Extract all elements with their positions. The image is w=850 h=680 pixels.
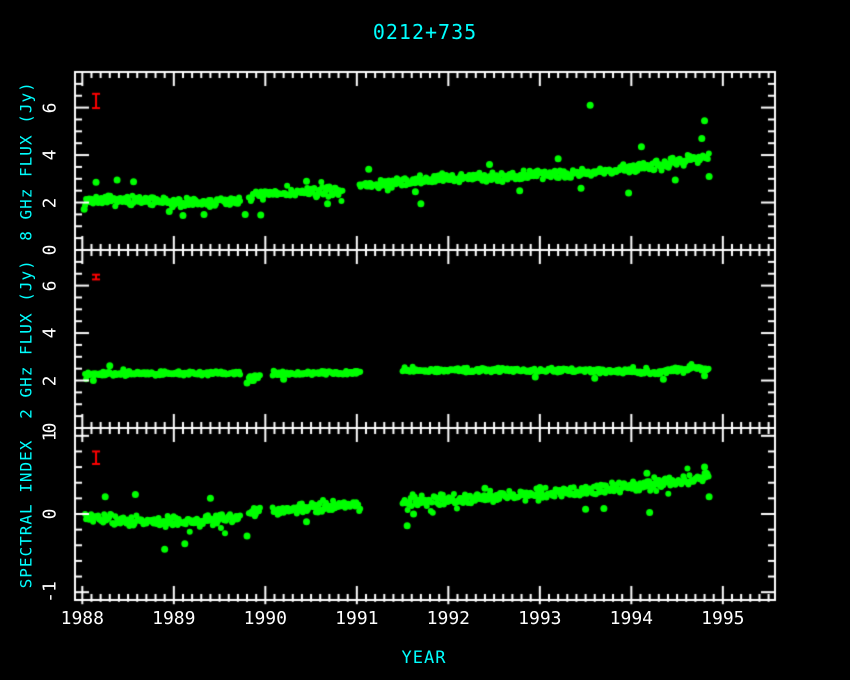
x-tick-label: 1995 (701, 608, 744, 629)
x-tick-label: 1990 (244, 608, 287, 629)
x-tick-label: 1993 (518, 608, 561, 629)
x-tick-label: 1994 (610, 608, 653, 629)
y-tick-label: 1 (40, 430, 61, 441)
y-tick-label: 6 (40, 280, 61, 291)
y-tick-label: 0 (40, 245, 61, 256)
y-tick-label: 4 (40, 328, 61, 339)
y-axis-label-spectral-index: SPECTRAL INDEX (17, 440, 36, 589)
y-axis-label-8ghz: 8 GHz FLUX (Jy) (17, 81, 36, 241)
plot-canvas (0, 0, 850, 680)
plot-title: 0212+735 (373, 20, 477, 44)
lightcurve-figure: 0212+735 8 GHz FLUX (Jy) 2 GHz FLUX (Jy)… (0, 0, 850, 680)
x-axis-label: YEAR (402, 648, 447, 668)
y-tick-label: 6 (40, 102, 61, 113)
y-axis-label-2ghz: 2 GHz FLUX (Jy) (17, 259, 36, 419)
y-tick-label: 4 (40, 150, 61, 161)
y-tick-label: 0 (40, 509, 61, 520)
y-tick-label: 2 (40, 197, 61, 208)
x-tick-label: 1989 (152, 608, 195, 629)
x-tick-label: 1991 (335, 608, 378, 629)
y-tick-label: -1 (40, 581, 61, 603)
x-tick-label: 1992 (427, 608, 470, 629)
x-tick-label: 1988 (61, 608, 104, 629)
y-tick-label: 2 (40, 375, 61, 386)
